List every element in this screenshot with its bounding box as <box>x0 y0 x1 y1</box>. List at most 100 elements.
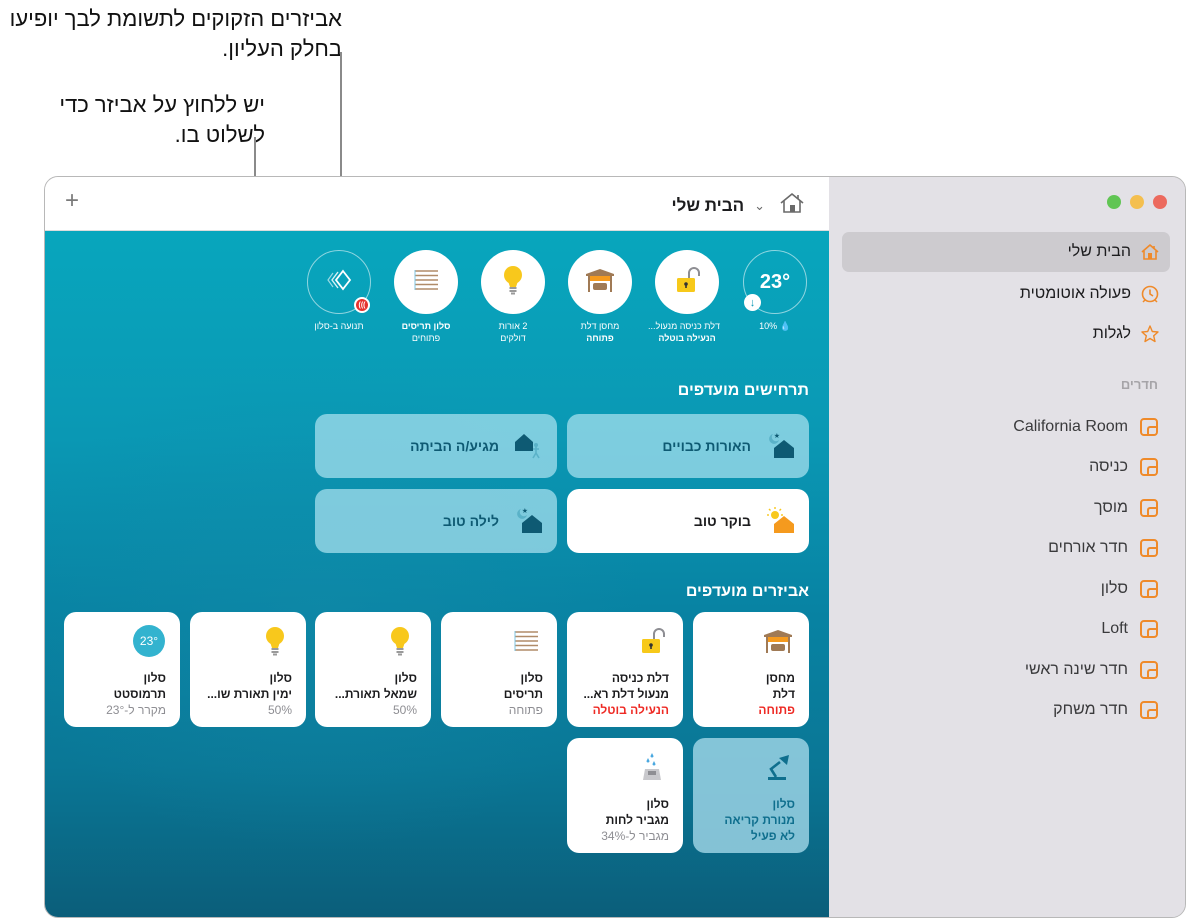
sunrise-house-icon <box>765 506 795 537</box>
status-lock[interactable]: דלת כניסה מנעול... הנעילה בוטלה <box>647 250 720 344</box>
room-label: כניסה <box>1089 458 1128 475</box>
accessory-tile-blinds[interactable]: סלון תריסים פתוחה <box>441 612 557 727</box>
status-label: תנועה ב-סלון <box>306 320 372 332</box>
lightbulb-icon <box>501 264 525 301</box>
svg-text:★: ★ <box>522 507 528 515</box>
tile-text: דלת כניסה מנעול דלת רא... הנעילה בוטלה <box>577 670 669 718</box>
lightbulb-icon <box>383 624 417 658</box>
accessory-tile-right-light[interactable]: סלון ימין תאורת שו... 50% <box>190 612 306 727</box>
scene-tile[interactable]: ★ לילה טוב <box>315 489 557 553</box>
tile-name: מגביר לחות <box>605 813 669 827</box>
sidebar-room-item[interactable]: California Room <box>842 412 1170 442</box>
sidebar-item-discover[interactable]: לגלות <box>842 314 1170 354</box>
accessory-tile-humidifier[interactable]: סלון מגביר לחות מגביר ל-34% <box>567 738 683 853</box>
motion-sensor-icon <box>325 268 353 297</box>
status-blinds[interactable]: סלון תריסים פתוחים <box>393 250 459 344</box>
humidifier-icon <box>635 750 669 784</box>
scene-tile[interactable]: בוקר טוב <box>567 489 809 553</box>
status-label: סלון תריסים פתוחים <box>393 320 459 344</box>
tile-room: סלון <box>520 671 543 685</box>
main-pane: + ⌄ הבית שלי 23° ↓ 💧 10% דלת כניסה מנעול… <box>45 177 829 917</box>
garage-door-icon <box>761 624 795 658</box>
sidebar-room-item[interactable]: כניסה <box>842 452 1170 482</box>
tile-name: מנורת קריאה <box>724 813 795 827</box>
tile-status: 50% <box>267 703 292 717</box>
close-button[interactable] <box>1153 195 1167 209</box>
tile-text: סלון תריסים פתוחה <box>451 670 543 718</box>
room-icon <box>1140 418 1158 436</box>
status-line1: סלון תריסים <box>401 321 451 331</box>
status-circle <box>568 250 632 314</box>
status-circle <box>481 250 545 314</box>
status-line1: דלת כניסה מנעול... <box>647 321 720 331</box>
room-label: חדר משחק <box>1053 701 1128 718</box>
home-app-window: הבית שלי פעולה אוטומטית לגלות חדרים Cali… <box>44 176 1186 918</box>
sidebar-room-item[interactable]: חדר שינה ראשי <box>842 655 1170 685</box>
tile-name: תריסים <box>503 687 543 701</box>
scene-tile[interactable]: מגיע/ה הביתה <box>315 414 557 478</box>
status-label: מחסן דלת פתוחה <box>567 320 633 344</box>
blinds-icon <box>411 268 441 297</box>
callout-tap-accessory: יש ללחוץ על אביזר כדי לשלוט בו. <box>59 92 265 147</box>
tile-room: מחסן <box>765 671 795 685</box>
zoom-button[interactable] <box>1107 195 1121 209</box>
sidebar-item-label: הבית שלי <box>1067 243 1131 260</box>
clock-icon <box>1140 284 1160 304</box>
desk-lamp-icon <box>761 750 795 784</box>
sidebar-room-item[interactable]: Loft <box>842 614 1170 644</box>
sidebar-item-automation[interactable]: פעולה אוטומטית <box>842 274 1170 314</box>
accessory-tile-left-light[interactable]: סלון שמאל תאורת... 50% <box>315 612 431 727</box>
status-motion[interactable]: ))) תנועה ב-סלון <box>306 250 372 332</box>
room-icon <box>1140 499 1158 517</box>
room-icon <box>1140 539 1158 557</box>
thermostat-icon: 23° <box>132 624 166 658</box>
room-icon <box>1140 620 1158 638</box>
thermostat-value: 23° <box>133 625 165 657</box>
status-circle: 23° ↓ <box>743 250 807 314</box>
tile-text: סלון ימין תאורת שו... 50% <box>200 670 292 718</box>
scene-tile[interactable]: ★ האורות כבויים <box>567 414 809 478</box>
accessory-tile-lock[interactable]: דלת כניסה מנעול דלת רא... הנעילה בוטלה <box>567 612 683 727</box>
sidebar-room-item[interactable]: סלון <box>842 574 1170 604</box>
room-icon <box>1140 701 1158 719</box>
sidebar-room-item[interactable]: מוסך <box>842 493 1170 523</box>
tile-status: פתוחה <box>508 703 543 717</box>
minimize-button[interactable] <box>1130 195 1144 209</box>
status-garage[interactable]: מחסן דלת פתוחה <box>567 250 633 344</box>
sidebar-item-my-home[interactable]: הבית שלי <box>842 232 1170 272</box>
arrive-home-icon <box>513 431 543 462</box>
status-label: 💧 10% <box>742 320 808 332</box>
accessory-tile-thermostat[interactable]: 23° סלון תרמוסטט מקרר ל-23° <box>64 612 180 727</box>
status-line1: מחסן דלת <box>580 321 620 331</box>
sidebar-room-item[interactable]: חדר משחק <box>842 695 1170 725</box>
status-climate[interactable]: 23° ↓ 💧 10% <box>742 250 808 332</box>
window-controls <box>1107 195 1167 209</box>
callout-top-accessories: אביזרים הזקוקים לתשומת לבך יופיעו בחלק ה… <box>9 6 342 61</box>
unlocked-padlock-icon <box>672 265 702 300</box>
tile-room: דלת כניסה <box>611 671 669 685</box>
star-icon <box>1140 324 1160 344</box>
add-button[interactable]: + <box>65 189 79 213</box>
accessory-tile-reading-lamp[interactable]: סלון מנורת קריאה לא פעיל <box>693 738 809 853</box>
lightbulb-icon <box>258 624 292 658</box>
accessory-tile-garage[interactable]: מחסן דלת פתוחה <box>693 612 809 727</box>
night-house-icon: ★ <box>513 506 543 537</box>
favorite-accessories-title: אביזרים מועדפים <box>685 583 809 600</box>
home-selector[interactable]: ⌄ הבית שלי <box>671 191 805 220</box>
status-line2: הנעילה בוטלה <box>658 333 716 343</box>
garage-door-icon <box>584 266 616 299</box>
room-label: California Room <box>1013 418 1128 435</box>
status-label: 2 אורות דולקים <box>480 320 546 344</box>
status-lights[interactable]: 2 אורות דולקים <box>480 250 546 344</box>
tile-status: פתוחה <box>758 703 795 717</box>
arrow-down-icon: ↓ <box>744 294 761 311</box>
tile-status: לא פעיל <box>750 829 795 843</box>
status-temperature: 23° <box>759 270 791 293</box>
house-icon <box>1140 242 1160 262</box>
sidebar: הבית שלי פעולה אוטומטית לגלות חדרים Cali… <box>827 177 1185 917</box>
status-line1: תנועה ב-סלון <box>314 321 364 331</box>
unlocked-padlock-icon <box>635 624 669 658</box>
toolbar: + ⌄ הבית שלי <box>45 177 829 231</box>
room-icon <box>1140 458 1158 476</box>
sidebar-room-item[interactable]: חדר אורחים <box>842 533 1170 563</box>
